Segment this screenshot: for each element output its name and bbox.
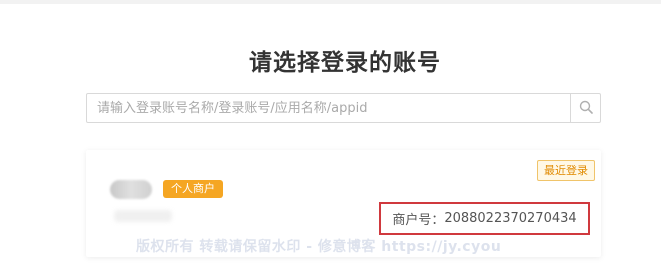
search-button[interactable] [570,94,600,122]
merchant-id-value: 2088022370270434 [444,211,577,226]
merchant-id-highlight: 商户号： 2088022370270434 [379,202,590,235]
merchant-type-badge: 个人商户 [163,180,223,198]
account-card[interactable]: 个人商户 最近登录 版权所有 转载请保留水印 - 修意博客 https://jy… [86,150,601,257]
account-name-redacted [114,210,172,222]
search-input[interactable] [87,94,570,122]
avatar [110,180,152,199]
top-divider [0,0,661,4]
page-title: 请选择登录的账号 [249,50,441,76]
merchant-id-label: 商户号： [392,213,445,228]
recent-login-badge: 最近登录 [537,160,595,181]
watermark-text: 版权所有 转载请保留水印 - 修意博客 https://jy.cyou [136,239,502,255]
account-select-page: 请选择登录的账号 个人商户 最近登录 版权所有 转载请保留水印 - 修意博客 h… [0,0,661,265]
search-icon [579,99,593,118]
search-bar [86,93,601,123]
